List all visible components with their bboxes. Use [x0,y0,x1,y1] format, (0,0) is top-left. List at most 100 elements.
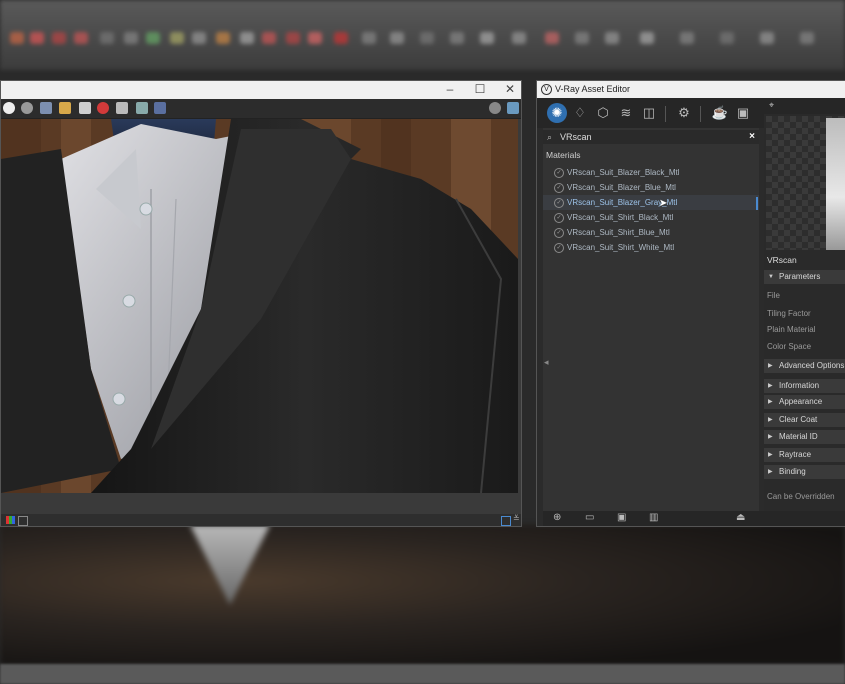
history-icon[interactable] [18,516,28,526]
frame-buffer-icon[interactable]: ▣ [733,103,753,123]
collapse-left-icon[interactable]: ◂ [544,357,549,368]
rollout-label: Material ID [779,432,818,441]
file-label: File [767,291,780,300]
suit-render [1,119,518,493]
rollout-appearance[interactable]: ▶ Appearance [764,395,845,409]
rollout-label: Binding [779,467,806,476]
can-be-overridden-label: Can be Overridden [767,492,835,501]
close-icon[interactable]: ✕ [503,82,517,96]
tiling-factor-label: Tiling Factor [767,309,811,318]
background-viewport [0,525,845,665]
lights-icon[interactable]: ♢ [570,103,590,123]
save-image-icon[interactable] [40,102,52,114]
search-icon: ⌕ [547,132,553,142]
settings-icon[interactable]: ⚙ [674,103,694,123]
stop-render-icon[interactable] [97,102,109,114]
maximize-icon[interactable]: ☐ [473,82,487,96]
sphere-icon[interactable] [489,102,501,114]
white-channel-icon[interactable] [3,102,15,114]
materials-section-label: Materials [546,150,581,160]
expand-icon[interactable]: ≚ [513,514,520,523]
rollout-label: Information [779,381,820,390]
frame-buffer-toolbar [1,99,521,119]
rollout-binding[interactable]: ▶ Binding [764,465,845,479]
parameters-label: Parameters [779,272,821,281]
delete-icon[interactable]: ▥ [649,512,658,523]
expand-right-icon: ▶ [768,383,773,389]
color-space-label: Color Space [767,342,812,351]
open-folder-icon[interactable]: ▭ [585,512,594,523]
purge-icon[interactable]: ⏏ [736,512,745,523]
teapot-render-icon[interactable]: ☕ [710,103,730,123]
material-name: VRscan [767,255,797,265]
layers-icon[interactable]: ≋ [616,103,636,123]
list-item[interactable]: ✓ VRscan_Suit_Shirt_Blue_Mtl [543,225,759,240]
background-status-bar [0,664,845,684]
mouse-cursor-icon: ➤ [659,198,668,209]
asset-editor-title: V-Ray Asset Editor [555,84,631,94]
list-item[interactable]: ✓ VRscan_Suit_Shirt_Black_Mtl [543,210,759,225]
expand-right-icon: ▶ [768,434,773,440]
render-teapot-icon[interactable] [136,102,148,114]
scrollbar[interactable] [756,197,758,210]
save-icon[interactable]: ▣ [617,512,626,523]
expand-right-icon: ▶ [768,469,773,475]
region-render-icon[interactable] [116,102,128,114]
material-label: VRscan_Suit_Shirt_White_Mtl [567,243,675,252]
rollout-label: Appearance [779,397,823,406]
rollout-raytrace-properties[interactable]: ▶ Raytrace Properties [764,448,845,473]
list-item[interactable]: ✓ VRscan_Suit_Blazer_Black_Mtl [543,165,759,180]
frame-buffer-window: – ☐ ✕ ≚ [0,80,522,527]
gray-channel-icon[interactable] [21,102,33,114]
rollout-label: Advanced Options [779,361,845,370]
background-toolbar [0,0,845,70]
display-settings-icon[interactable] [154,102,166,114]
minimize-icon[interactable]: – [443,82,457,96]
list-item[interactable]: ✓ VRscan_Suit_Shirt_White_Mtl [543,240,759,255]
material-label: VRscan_Suit_Shirt_Blue_Mtl [567,228,670,237]
properties-header: ⌖ [764,98,845,114]
material-list: ✓ VRscan_Suit_Blazer_Black_Mtl ✓ VRscan_… [543,165,759,255]
material-status-icon: ✓ [554,213,564,223]
clear-search-icon[interactable]: × [749,130,755,144]
search-bar[interactable]: ⌕ VRscan × [543,130,759,144]
material-label: VRscan_Suit_Shirt_Black_Mtl [567,213,674,222]
expand-right-icon: ▶ [768,363,773,369]
rollout-label: Clear Coat [779,415,818,424]
teapot-icon[interactable] [507,102,519,114]
material-status-icon: ✓ [554,198,564,208]
rendered-image [1,119,518,493]
vray-logo-icon: V [541,84,552,95]
list-item[interactable]: ✓ VRscan_Suit_Blazer_Blue_Mtl [543,180,759,195]
materials-icon[interactable]: ✺ [547,103,567,123]
open-folder-icon[interactable] [59,102,71,114]
render-elements-icon[interactable]: ◫ [639,103,659,123]
expand-down-icon: ▼ [768,274,774,280]
material-status-icon: ✓ [554,183,564,193]
expand-right-icon: ▶ [768,399,773,405]
layout-icon[interactable] [501,516,511,526]
expand-right-icon: ▶ [768,452,773,458]
asset-editor-title-bar: V V-Ray Asset Editor [537,81,845,98]
parameters-rollout[interactable]: ▼ Parameters [764,270,845,284]
frame-buffer-status-bar: ≚ [1,514,521,526]
pin-icon[interactable]: ⌖ [769,100,774,111]
frame-buffer-title-bar: – ☐ ✕ [1,81,521,99]
rollout-material-id[interactable]: ▶ Material ID [764,430,845,444]
clear-icon[interactable] [79,102,91,114]
geometry-icon[interactable]: ⬡ [593,103,613,123]
material-preview [766,116,845,250]
rollout-information[interactable]: ▶ Information [764,379,845,393]
rollout-advanced-options[interactable]: ▶ Advanced Options [764,359,845,373]
asset-editor-bottom-toolbar: ⊕ ▭ ▣ ▥ ⏏ [543,511,845,526]
rgb-channel-icon[interactable] [6,516,15,524]
expand-right-icon: ▶ [768,417,773,423]
properties-pane: ⌖ VRscan ▼ Parameters File Tiling Factor… [764,98,845,511]
list-item-selected[interactable]: ✓ VRscan_Suit_Blazer_Gray_Mtl ➤ [543,195,759,210]
plain-material-label: Plain Material [767,325,816,334]
material-label: VRscan_Suit_Blazer_Blue_Mtl [567,183,676,192]
create-asset-icon[interactable]: ⊕ [553,512,561,523]
search-input[interactable]: VRscan [560,130,592,144]
asset-list-pane: ⌕ VRscan × Materials ✓ VRscan_Suit_Blaze… [543,128,769,511]
rollout-clear-coat[interactable]: ▶ Clear Coat [764,413,845,427]
